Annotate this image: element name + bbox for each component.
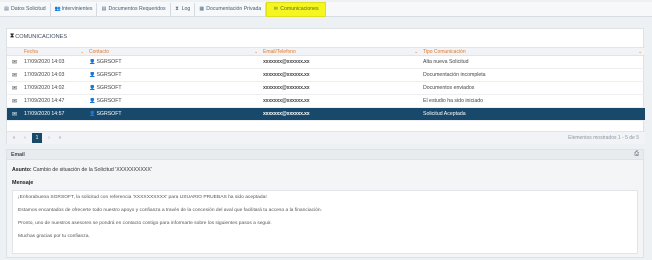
- document-icon: ▤: [4, 5, 9, 12]
- user-icon: 👤: [89, 59, 96, 65]
- comunicaciones-grid: Fecha ⌄ Contacto ⌄ Email/Telefono ⌄ Tipo…: [7, 47, 645, 121]
- message-paragraph: Estamos encantados de ofrecerte todo nue…: [18, 208, 322, 213]
- cell-email: xxxxxxx@xxxxxx.xx: [263, 85, 310, 91]
- tab-label: Documentos Requeridos: [108, 6, 166, 12]
- cell-fecha: 17/09/2020 14:03: [24, 59, 65, 65]
- chevron-down-icon[interactable]: ⌄: [80, 49, 87, 55]
- tab-documentacion-privada[interactable]: ▦ Documentación Privada: [195, 2, 267, 16]
- grid-header: Fecha ⌄ Contacto ⌄ Email/Telefono ⌄ Tipo…: [7, 47, 645, 56]
- email-header: Email ⎙: [7, 150, 643, 160]
- next-page-button[interactable]: ›: [45, 134, 53, 142]
- pagination: « ‹ 1 › » Elementos mostrados 1 - 5 de 5: [7, 131, 645, 144]
- message-paragraph: Muchas gracias por tu confianza.: [18, 234, 90, 239]
- subject-label: Asunto:: [12, 167, 32, 173]
- envelope-icon: ✉: [11, 111, 18, 118]
- envelope-icon: ✉: [273, 5, 278, 12]
- column-label: Fecha: [24, 48, 38, 55]
- cell-tipo: Documentación incompleta: [423, 72, 486, 78]
- tab-intervinientes[interactable]: 👥 Intervinientes: [51, 2, 98, 16]
- cell-tipo: El estudio ha sido iniciado: [423, 98, 483, 104]
- message-paragraph: ¡Enhorabuena SGRSOFT, la solicitud con r…: [18, 195, 267, 200]
- print-icon[interactable]: ⎙: [634, 151, 639, 158]
- tab-label: Datos Solicitud: [11, 6, 46, 12]
- cell-tipo: Alta nueva Solicitud: [423, 59, 469, 65]
- tab-bar: ▤ Datos Solicitud 👥 Intervinientes ▤ Doc…: [0, 1, 652, 17]
- envelope-icon: ✉: [11, 72, 18, 79]
- table-row[interactable]: ✉ 17/09/2020 14:02 👤 SGRSOFT xxxxxxx@xxxx…: [7, 82, 645, 95]
- cell-contacto: SGRSOFT: [96, 111, 122, 117]
- panel-title-text: COMUNICACIONES: [15, 33, 68, 40]
- table-row[interactable]: ✉ 17/09/2020 14:03 👤 SGRSOFT xxxxxxx@xxxx…: [7, 69, 645, 82]
- user-icon: 👤: [89, 85, 96, 91]
- email-detail-panel: Email ⎙ Asunto: Cambio de situación de l…: [6, 149, 644, 258]
- envelope-icon: ✉: [11, 85, 18, 92]
- tab-comunicaciones[interactable]: ✉ Comunicaciones: [266, 1, 326, 17]
- tab-label: Documentación Privada: [206, 6, 262, 12]
- column-label: Contacto: [89, 48, 110, 55]
- comunicaciones-panel: ⧗ COMUNICACIONES Fecha ⌄ Contacto ⌄ Emai…: [6, 28, 645, 144]
- column-label: Tipo Comunicación: [423, 48, 466, 55]
- cell-contacto: SGRSOFT: [96, 59, 122, 65]
- chevron-down-icon[interactable]: ⌄: [254, 49, 261, 55]
- pagination-info: Elementos mostrados 1 - 5 de 5: [568, 135, 639, 141]
- chevron-down-icon[interactable]: ⌄: [414, 49, 421, 55]
- cell-tipo: Solicitud Aceptada: [423, 111, 466, 117]
- cell-contacto: SGRSOFT: [96, 72, 122, 78]
- cell-email: xxxxxxx@xxxxxx.xx: [263, 59, 310, 65]
- envelope-icon: ✉: [11, 98, 18, 105]
- panel-title: ⧗ COMUNICACIONES: [10, 33, 67, 40]
- table-row[interactable]: ✉ 17/09/2020 14:03 👤 SGRSOFT xxxxxxx@xxxx…: [7, 56, 645, 69]
- cell-email: xxxxxxx@xxxxxx.xx: [263, 98, 310, 104]
- page-number-button[interactable]: 1: [32, 133, 42, 143]
- cell-fecha: 17/09/2020 14:57: [24, 111, 65, 117]
- chevron-down-icon[interactable]: ⌄: [638, 49, 645, 55]
- email-subject: Asunto: Cambio de situación de la Solici…: [12, 167, 152, 173]
- user-icon: 👤: [89, 111, 96, 117]
- column-header-fecha[interactable]: Fecha ⌄: [22, 49, 87, 55]
- message-label: Mensaje: [12, 180, 34, 186]
- message-body: ¡Enhorabuena SGRSOFT, la solicitud con r…: [12, 190, 638, 254]
- cell-fecha: 17/09/2020 14:02: [24, 85, 65, 91]
- table-row-selected[interactable]: ✉ 17/09/2020 14:57 👤 SGRSOFT xxxxxxx@xxxx…: [7, 108, 645, 121]
- tab-label: Intervinientes: [61, 6, 93, 12]
- message-paragraph: Pronto, uno de nuestros asesores se pond…: [18, 221, 272, 226]
- last-page-button[interactable]: »: [56, 134, 64, 142]
- hourglass-icon: ⧗: [175, 5, 179, 12]
- cell-tipo: Documentos enviados: [423, 85, 475, 91]
- column-header-contacto[interactable]: Contacto ⌄: [87, 49, 261, 55]
- subject-text: Cambio de situación de la Solicitud 'XXX…: [33, 167, 152, 173]
- cell-email: xxxxxxx@xxxxxx.xx: [263, 72, 310, 78]
- user-icon: 👤: [89, 98, 96, 104]
- cell-fecha: 17/09/2020 14:03: [24, 72, 65, 78]
- column-label: Email/Telefono: [263, 48, 296, 55]
- tab-label: Log: [181, 6, 191, 12]
- prev-page-button[interactable]: ‹: [21, 134, 29, 142]
- first-page-button[interactable]: «: [10, 134, 18, 142]
- documents-icon: ▤: [101, 5, 107, 12]
- tab-documentos-requeridos[interactable]: ▤ Documentos Requeridos: [97, 2, 171, 16]
- cell-email: xxxxxxx@xxxxxx.xx: [263, 111, 310, 117]
- tab-log[interactable]: ⧗ Log: [171, 2, 196, 16]
- envelope-icon: ✉: [11, 59, 18, 66]
- folder-icon: ▦: [199, 5, 205, 12]
- hourglass-icon: ⧗: [10, 33, 15, 39]
- email-header-title: Email: [11, 151, 25, 158]
- cell-contacto: SGRSOFT: [96, 98, 122, 104]
- tab-datos-solicitud[interactable]: ▤ Datos Solicitud: [0, 2, 51, 16]
- cell-contacto: SGRSOFT: [96, 85, 122, 91]
- user-icon: 👤: [89, 72, 96, 78]
- users-icon: 👥: [54, 5, 61, 12]
- cell-fecha: 17/09/2020 14:47: [24, 98, 65, 104]
- column-header-email[interactable]: Email/Telefono ⌄: [261, 49, 421, 55]
- column-header-tipo[interactable]: Tipo Comunicación ⌄: [421, 49, 645, 55]
- tab-label: Comunicaciones: [280, 6, 319, 12]
- table-row[interactable]: ✉ 17/09/2020 14:47 👤 SGRSOFT xxxxxxx@xxxx…: [7, 95, 645, 108]
